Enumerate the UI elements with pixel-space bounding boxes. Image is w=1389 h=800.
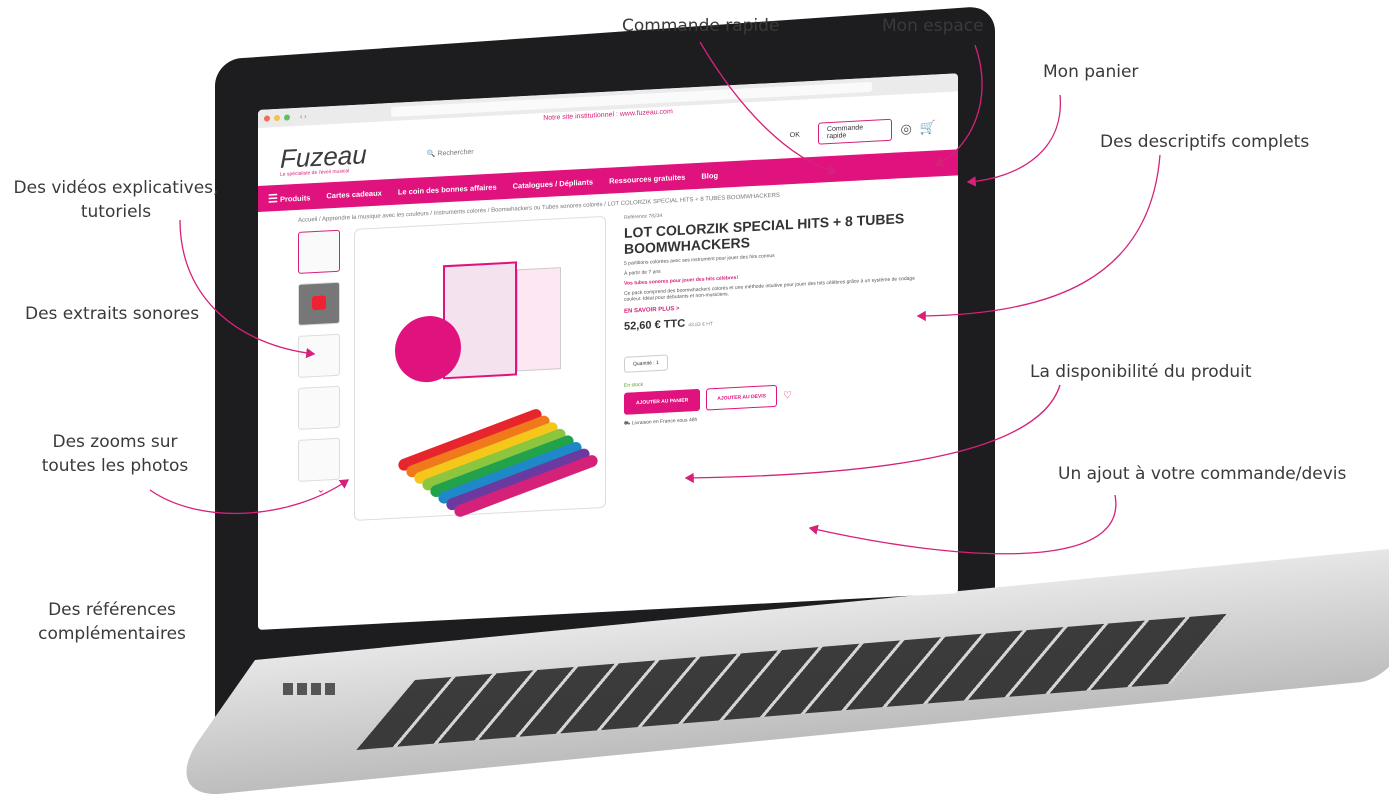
arrow-videos	[179, 219, 316, 359]
callout-videos: Des vidéos explicatives, tutoriels	[8, 176, 224, 224]
callout-mon-espace: Mon espace	[882, 16, 984, 36]
arrow-zooms	[149, 479, 350, 515]
arrow-mon-panier	[966, 94, 1061, 187]
callout-videos-line2: tutoriels	[80, 202, 152, 222]
callout-zooms: Des zooms sur toutes les photos	[30, 430, 200, 478]
callout-descriptifs: Des descriptifs complets	[1100, 132, 1310, 152]
callout-references-line2: complémentaires	[38, 624, 186, 644]
callout-mon-panier: Mon panier	[1043, 62, 1139, 82]
arrow-commande-rapide	[699, 41, 838, 176]
arrow-disponibilite	[684, 384, 1061, 484]
callout-references-line1: Des références	[48, 600, 176, 620]
callout-zooms-line2: toutes les photos	[41, 456, 189, 476]
arrow-mon-espace	[933, 44, 983, 167]
annotation-arrows	[149, 41, 1161, 555]
callout-references: Des références complémentaires	[22, 598, 202, 646]
arrow-ajout	[808, 494, 1117, 555]
arrow-descriptifs	[916, 154, 1161, 322]
callout-zooms-line1: Des zooms sur	[52, 432, 178, 452]
callout-commande-rapide: Commande rapide	[622, 16, 780, 36]
callout-videos-line1: Des vidéos explicatives,	[13, 178, 219, 198]
callout-disponibilite: La disponibilité du produit	[1030, 362, 1252, 382]
callout-ajout: Un ajout à votre commande/devis	[1058, 464, 1347, 484]
callout-extraits: Des extraits sonores	[25, 304, 200, 324]
